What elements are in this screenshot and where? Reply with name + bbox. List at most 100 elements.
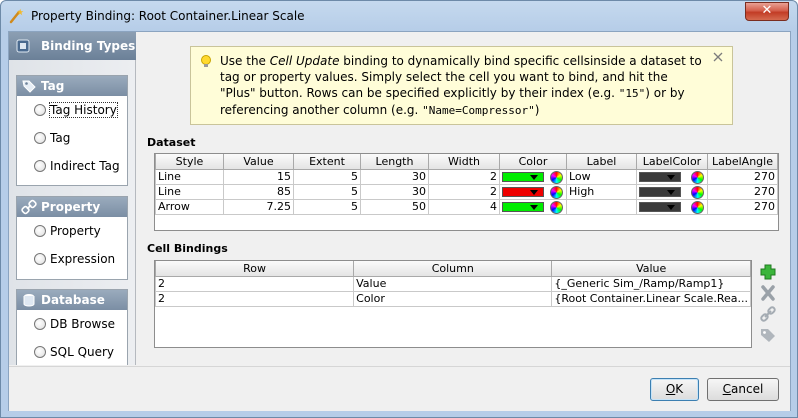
cell-style[interactable]: Line — [155, 168, 224, 185]
column-header[interactable]: Value — [551, 261, 751, 277]
color-wheel-icon[interactable] — [691, 185, 704, 198]
column-header[interactable]: Width — [428, 154, 500, 170]
sidebar-item-indirect-tag[interactable]: Indirect Tag — [17, 152, 127, 180]
ok-button[interactable]: OK — [650, 378, 699, 401]
radio-button[interactable] — [34, 318, 46, 330]
color-swatch[interactable] — [502, 171, 544, 182]
cell-label-angle[interactable]: 270 — [707, 183, 778, 200]
cell-label-angle[interactable]: 270 — [707, 198, 778, 215]
table-row[interactable]: 2 Color {Root Container.Linear Scale.Rea..… — [154, 290, 751, 307]
table-row[interactable]: Arrow 7.25 5 50 4 270 — [155, 198, 778, 215]
column-header[interactable]: Row — [154, 261, 355, 277]
delete-icon[interactable] — [758, 284, 778, 302]
color-swatch[interactable] — [639, 186, 681, 197]
cell-extent[interactable]: 5 — [293, 183, 361, 200]
cell-style[interactable]: Arrow — [155, 198, 224, 215]
sidebar-item-label: Expression — [50, 252, 116, 266]
add-icon[interactable] — [758, 263, 778, 281]
color-swatch[interactable] — [502, 186, 544, 197]
cell-value[interactable]: 7.25 — [223, 198, 294, 215]
cell-label[interactable]: High — [566, 183, 637, 200]
cell-label-color[interactable] — [636, 183, 708, 200]
radio-button[interactable] — [34, 253, 46, 265]
column-header[interactable]: Extent — [293, 154, 361, 170]
table-row[interactable]: Line 15 5 30 2 Low 270 — [155, 168, 778, 185]
cell-column[interactable]: Color — [353, 290, 553, 307]
cell-label-color[interactable] — [636, 168, 708, 185]
radio-button[interactable] — [34, 160, 46, 172]
dropdown-arrow-icon[interactable] — [530, 189, 538, 195]
window-title: Property Binding: Root Container.Linear … — [31, 9, 305, 23]
color-wheel-icon[interactable] — [550, 200, 563, 213]
sidebar-item-tag[interactable]: Tag — [17, 124, 127, 152]
color-wheel-icon[interactable] — [550, 170, 563, 183]
cell-label-angle[interactable]: 270 — [707, 168, 778, 185]
edit-link-icon[interactable] — [758, 305, 778, 323]
sidebar-item-db-browse[interactable]: DB Browse — [17, 310, 127, 338]
color-swatch[interactable] — [639, 201, 681, 212]
cell-column[interactable]: Value — [353, 275, 553, 292]
window-close-button[interactable]: ✕ — [745, 2, 789, 21]
group-property-header[interactable]: Property — [17, 197, 127, 217]
cell-extent[interactable]: 5 — [293, 168, 361, 185]
cell-value[interactable]: 15 — [223, 168, 294, 185]
sidebar-item-label: DB Browse — [50, 317, 115, 331]
binding-types-icon — [16, 39, 30, 53]
radio-button[interactable] — [34, 225, 46, 237]
column-header[interactable]: Color — [499, 154, 567, 170]
table-row[interactable]: 2 Value {_Generic Sim_/Ramp/Ramp1} — [154, 275, 751, 292]
color-wheel-icon[interactable] — [691, 170, 704, 183]
cell-length[interactable]: 30 — [360, 183, 429, 200]
column-header[interactable]: LabelColor — [636, 154, 708, 170]
column-header[interactable]: Label — [566, 154, 637, 170]
cell-style[interactable]: Line — [155, 183, 224, 200]
cell-label-color[interactable] — [636, 198, 708, 215]
cell-extent[interactable]: 5 — [293, 198, 361, 215]
dropdown-arrow-icon[interactable] — [530, 174, 538, 180]
group-database-header[interactable]: Database — [17, 290, 127, 310]
tag-icon[interactable] — [758, 326, 778, 344]
column-header[interactable]: Column — [353, 261, 553, 277]
color-swatch[interactable] — [639, 171, 681, 182]
cell-width[interactable]: 4 — [428, 198, 500, 215]
close-icon[interactable] — [711, 50, 725, 64]
cell-row[interactable]: 2 — [154, 290, 355, 307]
dataset-table[interactable]: Style Value Extent Length Width Color Label Lab… — [154, 153, 779, 231]
cell-width[interactable]: 2 — [428, 168, 500, 185]
group-tag-header[interactable]: Tag — [17, 76, 127, 96]
cell-label[interactable]: Low — [566, 168, 637, 185]
cell-length[interactable]: 30 — [360, 168, 429, 185]
cell-width[interactable]: 2 — [428, 183, 500, 200]
color-wheel-icon[interactable] — [550, 185, 563, 198]
cell-color[interactable] — [499, 168, 567, 185]
radio-button[interactable] — [34, 132, 46, 144]
cell-row[interactable]: 2 — [154, 275, 355, 292]
cell-label[interactable] — [566, 198, 637, 215]
cell-value[interactable]: {_Generic Sim_/Ramp/Ramp1} — [551, 275, 751, 292]
column-header[interactable]: Value — [223, 154, 294, 170]
dropdown-arrow-icon[interactable] — [667, 204, 675, 210]
cell-color[interactable] — [499, 183, 567, 200]
radio-button[interactable] — [34, 346, 46, 358]
color-swatch[interactable] — [502, 201, 544, 212]
dropdown-arrow-icon[interactable] — [667, 189, 675, 195]
dropdown-arrow-icon[interactable] — [667, 174, 675, 180]
cell-color[interactable] — [499, 198, 567, 215]
cell-value[interactable]: {Root Container.Linear Scale.Rea... — [551, 290, 751, 307]
column-header[interactable]: Style — [155, 154, 224, 170]
sidebar-item-sql-query[interactable]: SQL Query — [17, 338, 127, 366]
table-row[interactable]: Line 85 5 30 2 High 270 — [155, 183, 778, 200]
sidebar-item-expression[interactable]: Expression — [17, 245, 127, 273]
column-header[interactable]: Length — [360, 154, 429, 170]
cell-bindings-table[interactable]: Row Column Value 2 Value {_Generic Sim_/Ramp… — [154, 260, 752, 348]
cell-value[interactable]: 85 — [223, 183, 294, 200]
radio-button[interactable] — [34, 104, 46, 116]
dropdown-arrow-icon[interactable] — [530, 204, 538, 210]
column-header[interactable]: LabelAngle — [707, 154, 778, 170]
cancel-button[interactable]: Cancel — [707, 378, 779, 401]
group-database-label: Database — [41, 293, 105, 307]
sidebar-item-property[interactable]: Property — [17, 217, 127, 245]
color-wheel-icon[interactable] — [691, 200, 704, 213]
cell-length[interactable]: 50 — [360, 198, 429, 215]
sidebar-item-tag-history[interactable]: Tag History — [17, 96, 127, 124]
